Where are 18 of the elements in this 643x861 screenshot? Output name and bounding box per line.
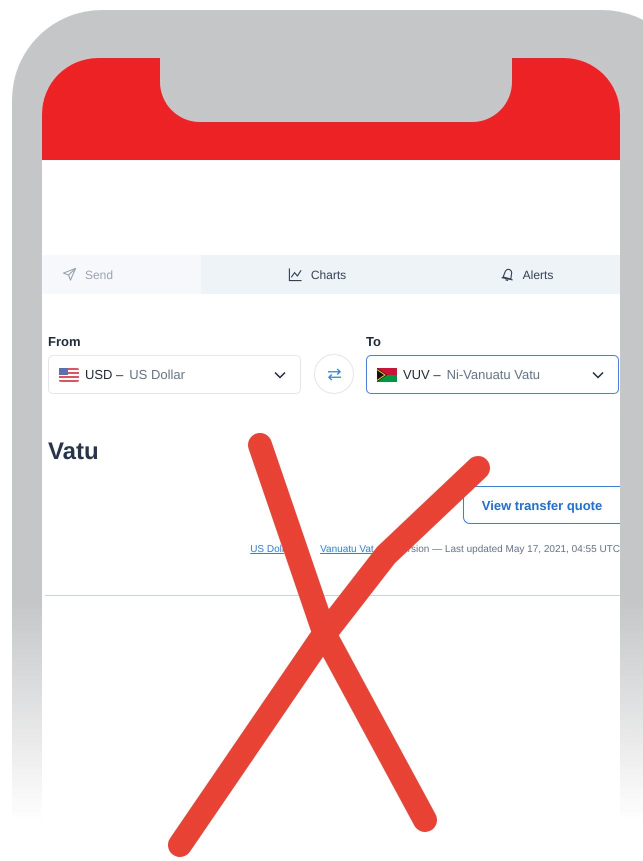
tab[interactable]: Alerts	[433, 255, 620, 294]
line-chart-icon	[288, 267, 303, 282]
flag-icon	[377, 368, 397, 382]
field-label: To	[366, 334, 382, 349]
conversion-link[interactable]: Vanuatu Vat	[320, 544, 374, 555]
swap-arrows-icon	[326, 368, 342, 380]
send-icon	[62, 267, 77, 282]
view-transfer-quote-button[interactable]: View transfer quote	[463, 486, 620, 524]
currency-select[interactable]: USD – US Dollar	[48, 355, 301, 394]
chevron-down-icon	[274, 370, 286, 378]
chevron-down-icon	[592, 370, 604, 378]
tab[interactable]: Charts	[201, 255, 433, 294]
flag-icon	[59, 368, 79, 382]
currency-select[interactable]: VUV – Ni-Vanuatu Vatu	[366, 355, 619, 394]
currency-heading: Vatu	[48, 438, 100, 466]
swap-button[interactable]	[314, 354, 354, 394]
field-label: From	[48, 334, 82, 349]
bell-icon	[500, 267, 515, 282]
